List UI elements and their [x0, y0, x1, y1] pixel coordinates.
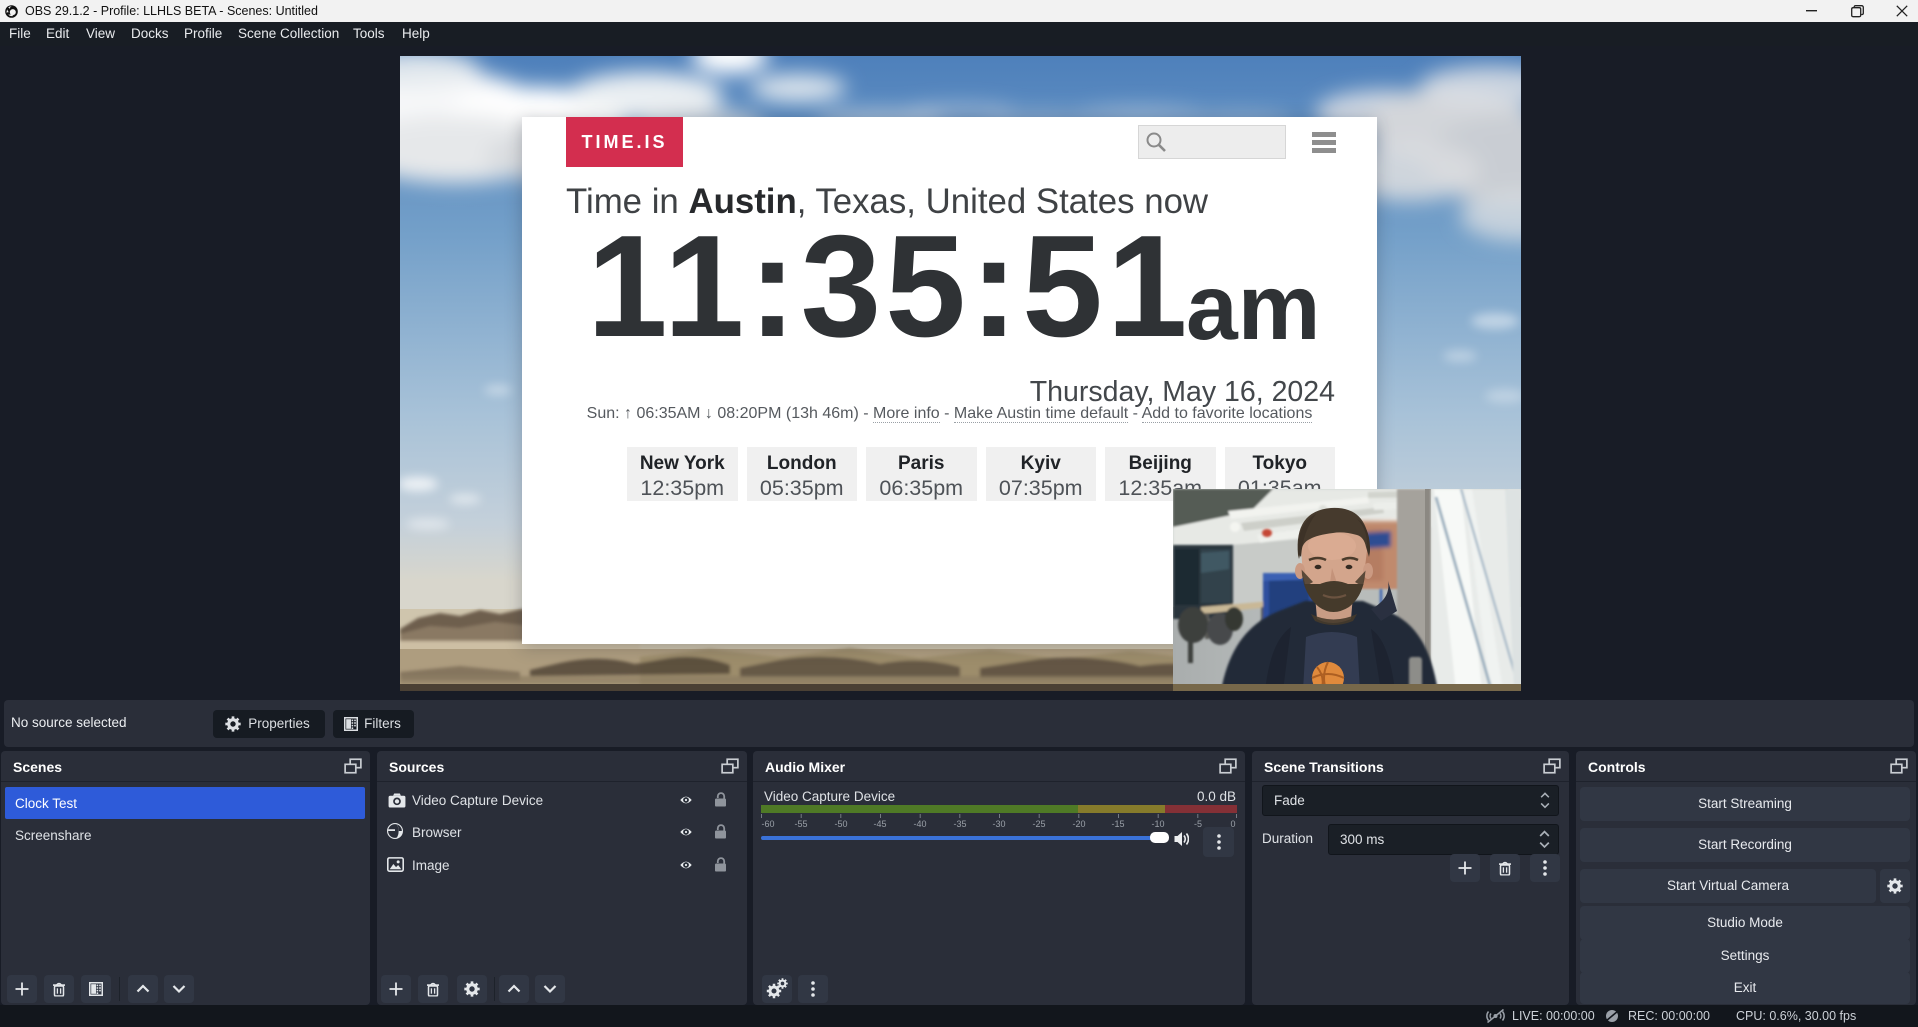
svg-text:-30: -30	[992, 819, 1005, 829]
svg-text:-5: -5	[1194, 819, 1202, 829]
svg-text:-10: -10	[1151, 819, 1164, 829]
svg-text:-55: -55	[794, 819, 807, 829]
svg-text:-50: -50	[834, 819, 847, 829]
svg-text:-35: -35	[953, 819, 966, 829]
svg-text:-60: -60	[761, 819, 774, 829]
svg-text:-40: -40	[913, 819, 926, 829]
svg-text:-25: -25	[1032, 819, 1045, 829]
svg-text:-15: -15	[1111, 819, 1124, 829]
svg-text:-45: -45	[873, 819, 886, 829]
svg-text:-20: -20	[1072, 819, 1085, 829]
